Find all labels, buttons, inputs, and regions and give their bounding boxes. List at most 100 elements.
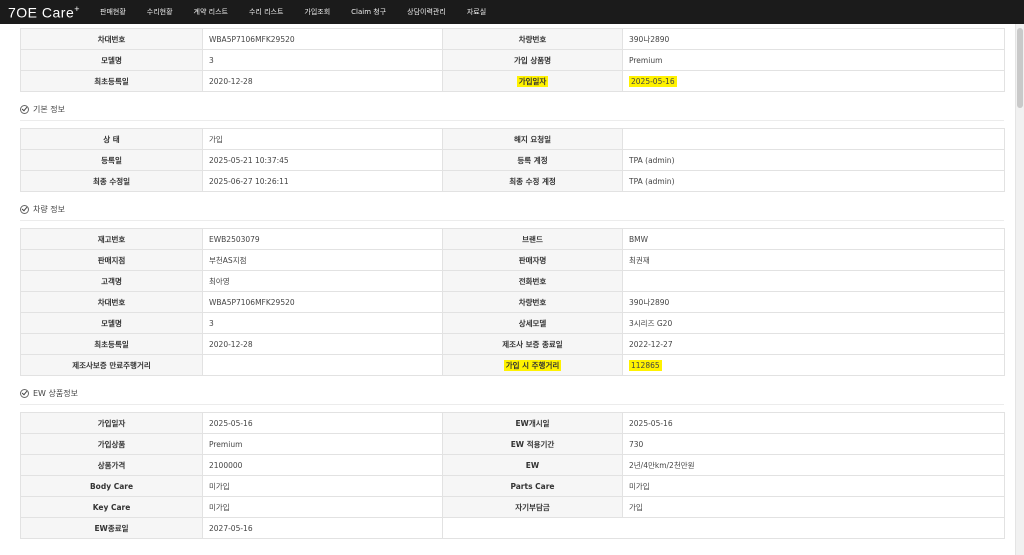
field-value: 3 <box>202 49 443 71</box>
field-label: 가입상품 <box>20 433 203 455</box>
field-value: 112865 <box>622 354 1005 376</box>
basic-info-table: 상 태 가입 해지 요청일 등록일 2025-05-21 10:37:45 등록… <box>20 128 1005 192</box>
field-value: 2025-05-21 10:37:45 <box>202 149 443 171</box>
menu-repair-list[interactable]: 수리 리스트 <box>249 7 283 17</box>
field-label: 자기부담금 <box>442 496 623 518</box>
field-value: 3 <box>202 312 443 334</box>
summary-table: 차대번호 WBA5P7106MFK29520 차량번호 390나2890 모델명… <box>20 28 1005 92</box>
field-value: WBA5P7106MFK29520 <box>202 28 443 50</box>
field-label: 차대번호 <box>20 291 203 313</box>
vehicle-info-table: 재고번호 EWB2503079 브랜드 BMW 판매지점 부천AS지점 판매자명… <box>20 228 1005 376</box>
menu-repair-status[interactable]: 수리현황 <box>147 7 173 17</box>
menu-consult-history[interactable]: 상담이력관리 <box>407 7 446 17</box>
empty-cell <box>442 517 623 539</box>
field-value: 2022-12-27 <box>622 333 1005 355</box>
field-value: Premium <box>202 433 443 455</box>
field-label: 모델명 <box>20 312 203 334</box>
empty-cell <box>622 517 1005 539</box>
check-circle-icon <box>20 388 29 398</box>
highlighted-value: 2025-05-16 <box>629 75 677 87</box>
field-value: 2년/4만km/2천만원 <box>622 454 1005 476</box>
field-value: 3시리즈 G20 <box>622 312 1005 334</box>
field-value: 390나2890 <box>622 28 1005 50</box>
field-value: 390나2890 <box>622 291 1005 313</box>
table-row: 가입일자 2025-05-16 EW개시일 2025-05-16 <box>20 412 1005 434</box>
menu-subscription-lookup[interactable]: 가입조회 <box>304 7 330 17</box>
section-vehicle-info: 차량 정보 <box>20 198 1004 221</box>
field-label: EW개시일 <box>442 412 623 434</box>
section-basic-info: 기본 정보 <box>20 98 1004 121</box>
menu-claim[interactable]: Claim 청구 <box>351 7 386 17</box>
field-value: 미가입 <box>202 496 443 518</box>
field-label: EW <box>442 454 623 476</box>
section-title: 기본 정보 <box>33 104 65 114</box>
field-value: 최권재 <box>622 249 1005 271</box>
field-value: 최아영 <box>202 270 443 292</box>
field-label: 상세모델 <box>442 312 623 334</box>
field-label: 가입 상품명 <box>442 49 623 71</box>
field-label: 가입 시 주행거리 <box>442 354 623 376</box>
field-value: EWB2503079 <box>202 228 443 250</box>
page-scrollbar[interactable] <box>1015 24 1024 555</box>
table-row: 재고번호 EWB2503079 브랜드 BMW <box>20 228 1005 250</box>
field-value: WBA5P7106MFK29520 <box>202 291 443 313</box>
menu-resources[interactable]: 자료실 <box>467 7 486 17</box>
field-value: 2020-12-28 <box>202 333 443 355</box>
field-value: 가입 <box>622 496 1005 518</box>
field-label: 차량번호 <box>442 28 623 50</box>
field-label: 가입일자 <box>442 70 623 92</box>
field-label: 최초등록일 <box>20 70 203 92</box>
ew-product-table: 가입일자 2025-05-16 EW개시일 2025-05-16 가입상품 Pr… <box>20 412 1005 539</box>
field-label: 모델명 <box>20 49 203 71</box>
menu-contract-list[interactable]: 계약 리스트 <box>194 7 228 17</box>
brand-logo[interactable]: 7OE Care+ <box>8 4 88 21</box>
table-row: EW종료일 2027-05-16 <box>20 517 1005 539</box>
field-value: Premium <box>622 49 1005 71</box>
check-circle-icon <box>20 104 29 114</box>
table-row: 상품가격 2100000 EW 2년/4만km/2천만원 <box>20 454 1005 476</box>
field-label: 제조사 보증 종료일 <box>442 333 623 355</box>
field-label: 전화번호 <box>442 270 623 292</box>
field-value: 2025-05-16 <box>622 412 1005 434</box>
table-row: 최초등록일 2020-12-28 제조사 보증 종료일 2022-12-27 <box>20 333 1005 355</box>
main-menu: 판매현황 수리현황 계약 리스트 수리 리스트 가입조회 Claim 청구 상담… <box>100 7 507 17</box>
menu-sales-status[interactable]: 판매현황 <box>100 7 126 17</box>
section-title: EW 상품정보 <box>33 388 78 398</box>
table-row: 등록일 2025-05-21 10:37:45 등록 계정 TPA (admin… <box>20 149 1005 171</box>
scrollbar-thumb[interactable] <box>1017 28 1023 108</box>
table-row: 제조사보증 만료주행거리 가입 시 주행거리 112865 <box>20 354 1005 376</box>
field-label: 등록 계정 <box>442 149 623 171</box>
logo-text: 7OE Care <box>8 4 75 21</box>
check-circle-icon <box>20 204 29 214</box>
detail-content: 차대번호 WBA5P7106MFK29520 차량번호 390나2890 모델명… <box>20 28 1005 539</box>
field-label: 상품가격 <box>20 454 203 476</box>
field-value: 2025-05-16 <box>202 412 443 434</box>
field-value: 2025-06-27 10:26:11 <box>202 170 443 192</box>
field-label: 등록일 <box>20 149 203 171</box>
field-label: 브랜드 <box>442 228 623 250</box>
field-label: Parts Care <box>442 475 623 497</box>
field-value: 미가입 <box>202 475 443 497</box>
field-value: TPA (admin) <box>622 170 1005 192</box>
field-value: 부천AS지점 <box>202 249 443 271</box>
field-value: 2027-05-16 <box>202 517 443 539</box>
section-ew-product-info: EW 상품정보 <box>20 382 1004 405</box>
section-title: 차량 정보 <box>33 204 65 214</box>
table-row: 모델명 3 상세모델 3시리즈 G20 <box>20 312 1005 334</box>
field-label: 판매자명 <box>442 249 623 271</box>
field-label: 차대번호 <box>20 28 203 50</box>
field-label: Key Care <box>20 496 203 518</box>
table-row: Body Care 미가입 Parts Care 미가입 <box>20 475 1005 497</box>
highlighted-value: 112865 <box>629 359 662 371</box>
table-row: 가입상품 Premium EW 적용기간 730 <box>20 433 1005 455</box>
field-label: 차량번호 <box>442 291 623 313</box>
table-row: Key Care 미가입 자기부담금 가입 <box>20 496 1005 518</box>
field-label: 해지 요청일 <box>442 128 623 150</box>
field-value: 가입 <box>202 128 443 150</box>
field-label: 고객명 <box>20 270 203 292</box>
field-value <box>622 128 1005 150</box>
field-value: 2100000 <box>202 454 443 476</box>
field-value: 2020-12-28 <box>202 70 443 92</box>
highlighted-label: 가입일자 <box>516 75 549 87</box>
field-value: 2025-05-16 <box>622 70 1005 92</box>
